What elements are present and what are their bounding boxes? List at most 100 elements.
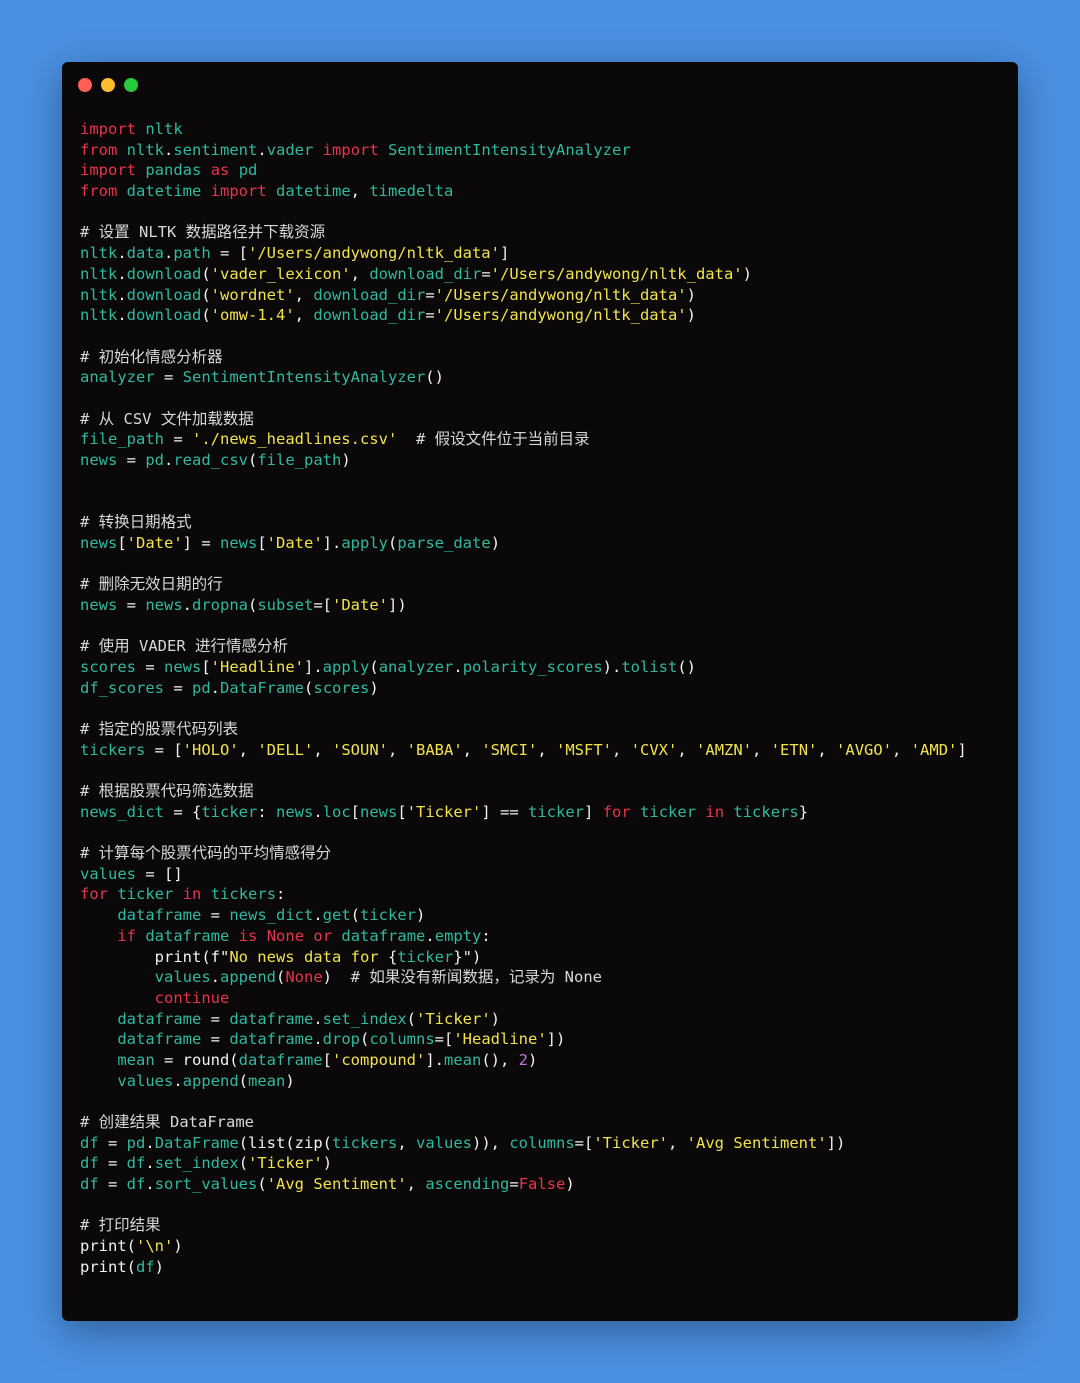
code-token: . <box>164 451 174 469</box>
code-line: news['Date'] = news['Date'].apply(parse_… <box>80 533 967 554</box>
code-token: or <box>313 926 333 945</box>
code-token: '\n' <box>136 1237 174 1256</box>
code-token: '/Users/andywong/nltk_data' <box>434 285 687 304</box>
code-token: pd <box>145 451 164 469</box>
code-token: 'AMD' <box>910 740 958 759</box>
code-token: = <box>98 1154 127 1173</box>
code-line: # 设置 NLTK 数据路径并下载资源 <box>80 222 967 243</box>
code-token: . <box>313 906 323 925</box>
code-token: = round( <box>154 1050 239 1069</box>
code-token: append <box>220 968 276 987</box>
code-line: dataframe = dataframe.drop(columns=['Hea… <box>80 1029 967 1050</box>
code-token: news <box>360 802 398 821</box>
code-token: dataframe <box>145 926 230 945</box>
code-line: # 使用 VADER 进行情感分析 <box>80 636 967 657</box>
code-token: download_dir <box>369 264 482 283</box>
code-token: = [ <box>145 740 183 759</box>
code-line: if dataframe is None or dataframe.empty: <box>80 926 967 947</box>
code-token: . <box>313 1030 323 1049</box>
code-token: values <box>80 864 136 883</box>
code-token: [ <box>257 533 267 552</box>
code-line: # 转换日期格式 <box>80 512 967 533</box>
code-token: is <box>238 926 258 945</box>
code-token: in <box>182 885 202 904</box>
code-line: df = pd.DataFrame(list(zip(tickers, valu… <box>80 1133 967 1154</box>
code-token: ) <box>490 1009 501 1028</box>
code-token: 'AMZN' <box>696 740 753 759</box>
close-button[interactable] <box>78 78 92 92</box>
code-token: 'MSFT' <box>556 740 613 759</box>
code-token: '/Users/andywong/nltk_data' <box>248 244 500 263</box>
code-token: tickers <box>733 802 799 821</box>
code-token: empty <box>434 926 482 945</box>
code-token: if <box>117 926 136 945</box>
code-token: , <box>817 740 837 759</box>
code-line: continue <box>80 988 967 1009</box>
code-token: = [] <box>136 864 183 883</box>
code-token: ticker <box>117 885 174 904</box>
code-token: 'Date' <box>266 533 323 552</box>
code-line: nltk.download('wordnet', download_dir='/… <box>80 285 967 306</box>
code-token: , <box>397 1133 417 1152</box>
code-token: news <box>276 802 314 821</box>
code-token: columns <box>369 1030 435 1049</box>
code-token: ]) <box>826 1133 846 1152</box>
code-token: . <box>313 1009 323 1028</box>
code-token: vader <box>266 140 314 159</box>
code-token: ( <box>201 306 211 325</box>
code-token: 'omw-1.4' <box>210 306 295 325</box>
code-token: = <box>98 1133 127 1152</box>
code-token: ) <box>173 1237 183 1256</box>
code-token: sentiment <box>173 140 258 159</box>
code-token: scores <box>80 657 136 676</box>
code-token: : <box>481 926 491 945</box>
code-token: 'Date' <box>332 595 389 614</box>
code-token: 'BABA' <box>406 740 463 759</box>
code-token: DataFrame <box>154 1133 239 1152</box>
code-token: print( <box>80 1257 136 1276</box>
code-token: 'Avg Sentiment' <box>266 1175 407 1194</box>
code-token: =[ <box>574 1133 594 1152</box>
code-token: = <box>201 1030 230 1049</box>
code-token: 'Ticker' <box>248 1154 323 1173</box>
code-line: from nltk.sentiment.vader import Sentime… <box>80 140 967 161</box>
code-token: , <box>668 1133 687 1152</box>
code-token: 'AVGO' <box>836 740 893 759</box>
minimize-button[interactable] <box>101 78 115 92</box>
code-token: ( <box>369 657 379 676</box>
code-token: sort_values <box>154 1175 258 1194</box>
code-token: = <box>509 1175 519 1194</box>
code-token: news_dict <box>229 906 314 925</box>
code-token: ticker <box>201 802 258 821</box>
maximize-button[interactable] <box>124 78 138 92</box>
code-token: SentimentIntensityAnalyzer <box>388 140 631 159</box>
code-token: ) <box>369 678 379 697</box>
code-token: 'vader_lexicon' <box>210 264 351 283</box>
code-token: ) <box>490 533 501 552</box>
code-token: values <box>154 968 211 987</box>
code-token: 'Headline' <box>210 657 304 676</box>
code-token: dataframe <box>117 1009 202 1028</box>
code-token: False <box>518 1175 566 1194</box>
code-token: download_dir <box>313 285 426 304</box>
code-token: polarity_scores <box>462 657 603 676</box>
code-token: download <box>126 285 202 304</box>
code-token: = <box>425 306 435 325</box>
code-token: dataframe <box>229 1030 314 1049</box>
code-token: ( <box>248 595 258 614</box>
code-token: news <box>80 533 118 552</box>
code-token: ( <box>257 1175 267 1194</box>
code-token: ]. <box>425 1050 444 1069</box>
code-token: ) <box>322 1154 333 1173</box>
code-token: # 打印结果 <box>80 1216 161 1235</box>
code-line: values.append(None) # 如果没有新闻数据，记录为 None <box>80 967 967 988</box>
